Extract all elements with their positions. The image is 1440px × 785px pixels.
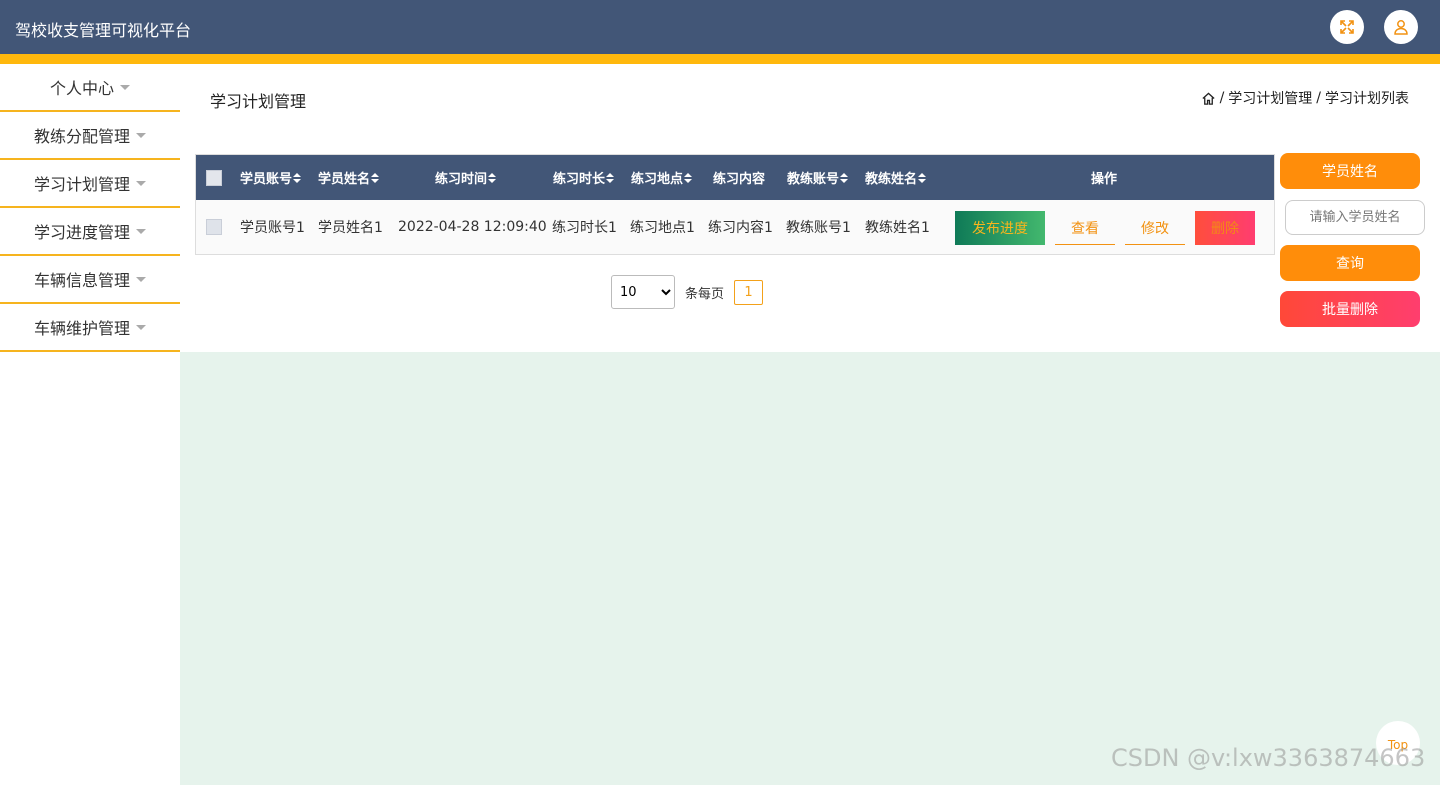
sidebar-item-study-progress[interactable]: 学习进度管理 bbox=[0, 208, 180, 256]
top-bar: 驾校收支管理可视化平台 bbox=[0, 0, 1440, 54]
caret-down-icon bbox=[136, 228, 146, 234]
sidebar-item-label: 学习进度管理 bbox=[33, 223, 130, 242]
sort-icon[interactable] bbox=[293, 172, 302, 183]
breadcrumb-level2: 学习计划列表 bbox=[1325, 91, 1409, 107]
column-header-coach-account[interactable]: 教练账号 bbox=[787, 155, 849, 200]
sort-icon[interactable] bbox=[840, 172, 849, 183]
student-name-search-input[interactable] bbox=[1285, 200, 1425, 235]
watermark: CSDN @v:lxw3363874663 bbox=[1111, 744, 1426, 772]
sidebar-item-label: 车辆信息管理 bbox=[33, 271, 130, 290]
cell-practice-time: 2022-04-28 12:09:40 bbox=[398, 219, 547, 235]
caret-down-icon bbox=[136, 180, 146, 186]
row-checkbox[interactable] bbox=[206, 219, 222, 235]
caret-down-icon bbox=[136, 276, 146, 282]
column-header-student-name[interactable]: 学员姓名 bbox=[318, 155, 380, 200]
select-all-checkbox[interactable] bbox=[206, 169, 222, 186]
cell-student-name: 学员姓名1 bbox=[318, 220, 383, 236]
data-table: 学员账号 学员姓名 练习时间 练习时长 练习地点 练习内容 教练账号 教练姓名 … bbox=[195, 154, 1275, 255]
column-header-content: 练习内容 bbox=[713, 172, 766, 187]
delete-button[interactable]: 删除 bbox=[1195, 211, 1255, 245]
breadcrumb-level1[interactable]: 学习计划管理 bbox=[1228, 88, 1312, 108]
sidebar-item-vehicle-info[interactable]: 车辆信息管理 bbox=[0, 256, 180, 304]
breadcrumb-separator: / bbox=[1219, 90, 1225, 106]
fullscreen-button[interactable] bbox=[1330, 10, 1364, 44]
main-panel: 学习计划管理 / 学习计划管理 / 学习计划列表 学员账号 学员姓名 练习时间 … bbox=[180, 64, 1440, 352]
sidebar-item-coach-assignment[interactable]: 教练分配管理 bbox=[0, 112, 180, 160]
sidebar-item-label: 教练分配管理 bbox=[33, 127, 130, 146]
view-button[interactable]: 查看 bbox=[1055, 211, 1115, 245]
pagination: 102050100 条每页 1 bbox=[611, 275, 764, 309]
query-button[interactable]: 查询 bbox=[1280, 245, 1420, 281]
sort-icon[interactable] bbox=[371, 172, 380, 183]
sort-icon[interactable] bbox=[684, 172, 693, 183]
caret-down-icon bbox=[136, 324, 146, 330]
caret-down-icon bbox=[136, 132, 146, 138]
edit-button[interactable]: 修改 bbox=[1125, 211, 1185, 245]
cell-coach-name: 教练姓名1 bbox=[865, 220, 930, 236]
table-header: 学员账号 学员姓名 练习时间 练习时长 练习地点 练习内容 教练账号 教练姓名 … bbox=[196, 155, 1274, 200]
batch-delete-button[interactable]: 批量删除 bbox=[1280, 291, 1420, 327]
cell-student-account: 学员账号1 bbox=[240, 220, 305, 236]
sidebar-item-vehicle-maintenance[interactable]: 车辆维护管理 bbox=[0, 304, 180, 352]
column-header-practice-time[interactable]: 练习时间 bbox=[435, 155, 497, 200]
cell-duration: 练习时长1 bbox=[552, 220, 617, 236]
breadcrumb: / 学习计划管理 / 学习计划列表 bbox=[1201, 88, 1409, 108]
column-header-actions: 操作 bbox=[1091, 172, 1118, 187]
per-page-label: 条每页 bbox=[685, 286, 725, 302]
sidebar-item-label: 车辆维护管理 bbox=[33, 319, 130, 338]
search-field-label: 学员姓名 bbox=[1280, 153, 1420, 189]
column-header-coach-name[interactable]: 教练姓名 bbox=[865, 155, 927, 200]
column-header-student-account[interactable]: 学员账号 bbox=[240, 155, 302, 200]
sort-icon[interactable] bbox=[606, 172, 615, 183]
sidebar: 个人中心 教练分配管理 学习计划管理 学习进度管理 车辆信息管理 车辆维护管理 bbox=[0, 64, 180, 785]
app-title: 驾校收支管理可视化平台 bbox=[15, 21, 192, 40]
accent-bar bbox=[0, 54, 1440, 64]
user-icon bbox=[1394, 20, 1408, 35]
sort-icon[interactable] bbox=[488, 172, 497, 183]
sidebar-item-label: 个人中心 bbox=[49, 79, 114, 98]
column-header-duration[interactable]: 练习时长 bbox=[553, 155, 615, 200]
sort-icon[interactable] bbox=[918, 172, 927, 183]
breadcrumb-separator: / bbox=[1316, 90, 1321, 106]
publish-progress-button[interactable]: 发布进度 bbox=[955, 211, 1045, 245]
column-header-location[interactable]: 练习地点 bbox=[631, 155, 693, 200]
page-title: 学习计划管理 bbox=[210, 92, 307, 111]
page-number-button[interactable]: 1 bbox=[734, 279, 764, 305]
cell-coach-account: 教练账号1 bbox=[786, 220, 851, 236]
sidebar-item-personal-center[interactable]: 个人中心 bbox=[0, 64, 180, 112]
home-icon[interactable] bbox=[1201, 91, 1216, 106]
page-size-select[interactable]: 102050100 bbox=[611, 275, 675, 309]
cell-location: 练习地点1 bbox=[630, 220, 695, 236]
user-button[interactable] bbox=[1384, 10, 1418, 44]
expand-icon bbox=[1340, 20, 1354, 34]
caret-down-icon bbox=[120, 84, 130, 90]
cell-content: 练习内容1 bbox=[708, 220, 773, 236]
table-row: 学员账号1 学员姓名1 2022-04-28 12:09:40 练习时长1 练习… bbox=[196, 200, 1274, 254]
sidebar-item-label: 学习计划管理 bbox=[33, 175, 130, 194]
sidebar-item-study-plan[interactable]: 学习计划管理 bbox=[0, 160, 180, 208]
